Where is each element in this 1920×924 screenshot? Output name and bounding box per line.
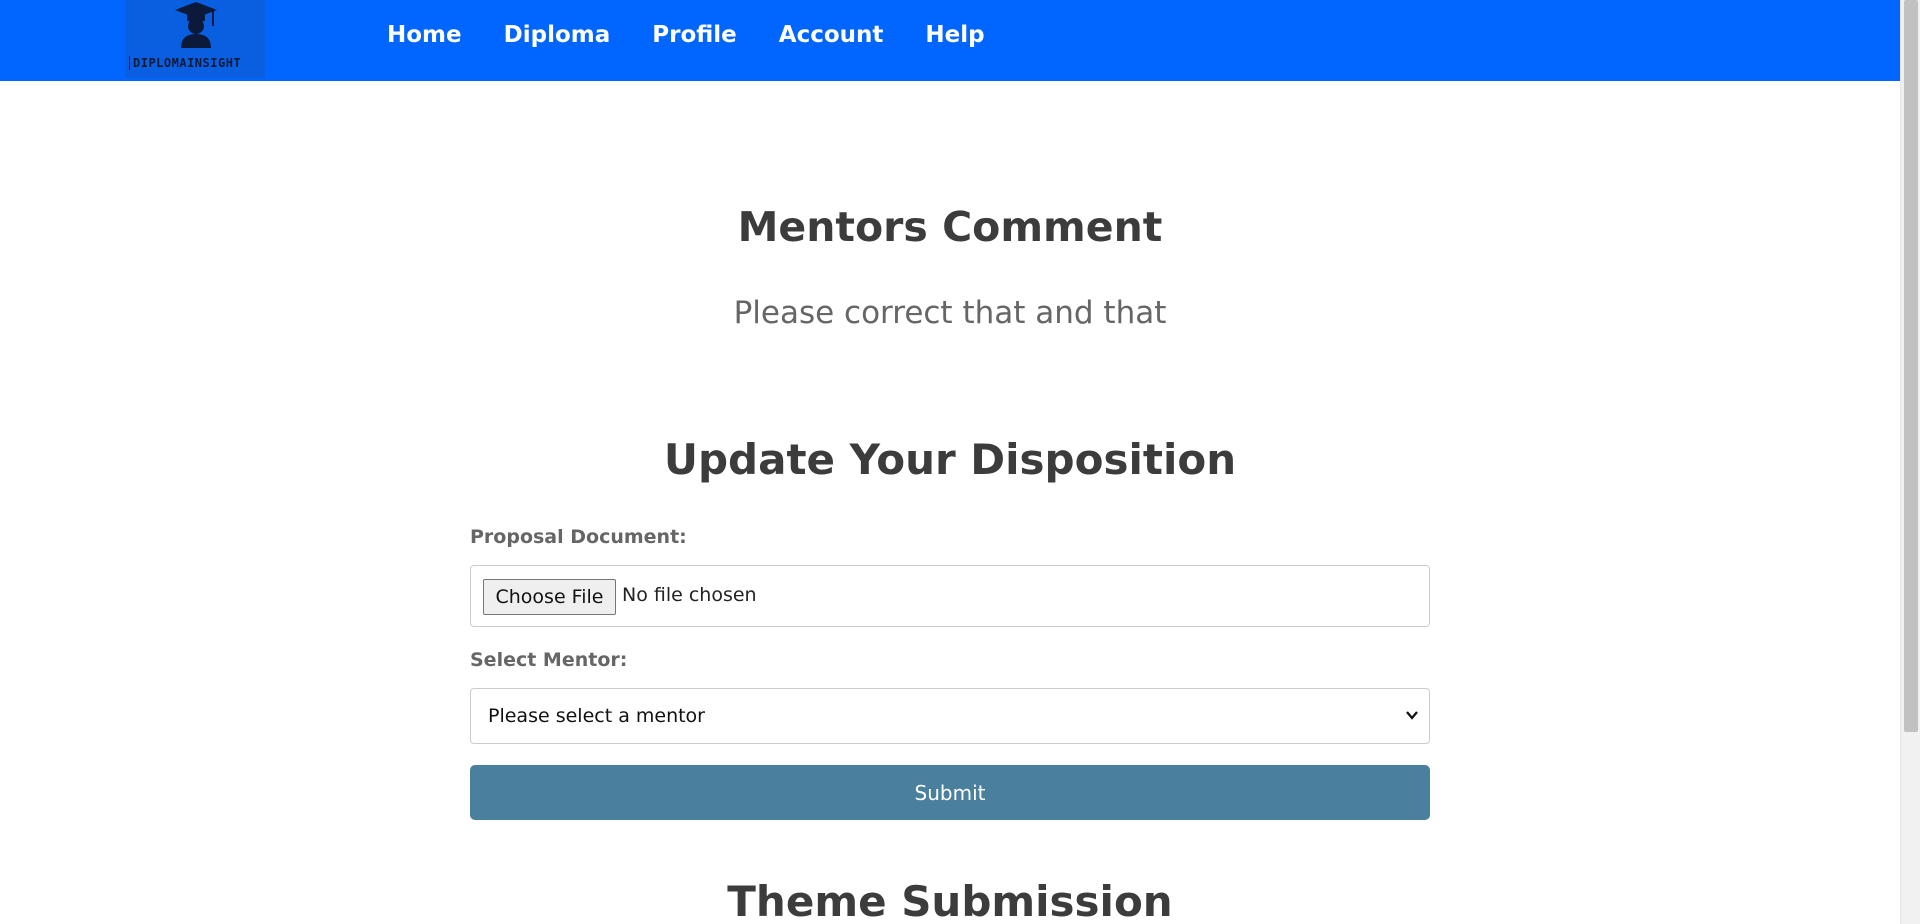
mentor-select-value: Please select a mentor [488,705,705,727]
proposal-document-label: Proposal Document: [470,526,687,548]
nav-links: Home Diploma Profile Account Help [387,20,1027,50]
page-scrollbar[interactable] [1900,0,1920,924]
graduate-cap-icon [175,2,217,48]
chevron-down-icon [1406,711,1418,720]
logo-text: DIPLOMAINSIGHT [129,56,241,70]
nav-diploma[interactable]: Diploma [504,20,611,50]
mentors-comment-text: Please correct that and that [733,295,1167,331]
nav-help[interactable]: Help [925,20,984,50]
nav-account[interactable]: Account [779,20,884,50]
submit-button[interactable]: Submit [470,765,1430,820]
theme-submission-heading: Theme Submission [727,877,1173,924]
proposal-file-input[interactable]: Choose File No file chosen [470,565,1430,627]
choose-file-button[interactable]: Choose File [483,579,616,615]
mentor-select[interactable]: Please select a mentor [470,688,1430,744]
select-mentor-label: Select Mentor: [470,649,628,671]
nav-profile[interactable]: Profile [652,20,737,50]
scrollbar-thumb[interactable] [1904,0,1918,732]
nav-home[interactable]: Home [387,20,462,50]
top-navbar: DIPLOMAINSIGHT Home Diploma Profile Acco… [0,0,1900,81]
site-logo[interactable]: DIPLOMAINSIGHT [125,0,265,78]
file-status-text: No file chosen [622,584,757,606]
update-disposition-heading: Update Your Disposition [663,435,1237,484]
mentors-comment-heading: Mentors Comment [737,203,1163,251]
